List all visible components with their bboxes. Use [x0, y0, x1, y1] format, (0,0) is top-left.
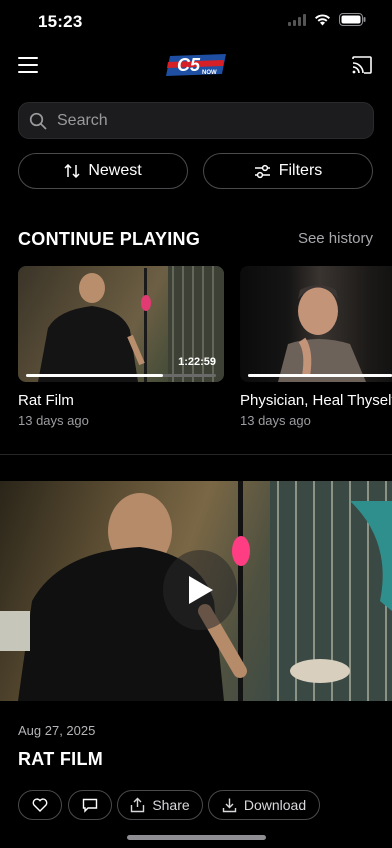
sort-button[interactable]: Newest	[18, 153, 188, 189]
watch-progress-bar	[26, 374, 216, 377]
search-bar[interactable]	[18, 102, 374, 139]
menu-icon[interactable]	[18, 57, 38, 73]
sort-icon	[64, 164, 80, 178]
see-history-link[interactable]: See history	[298, 230, 373, 247]
search-icon	[29, 112, 47, 129]
continue-card-title[interactable]: Physician, Heal Thyself	[240, 392, 392, 409]
download-label: Download	[243, 797, 307, 813]
heart-icon	[32, 798, 48, 812]
home-indicator[interactable]	[127, 835, 266, 840]
logo-text: C5	[177, 55, 201, 75]
play-icon	[189, 576, 213, 604]
status-icons	[288, 13, 366, 26]
duration-badge: 1:22:59	[178, 356, 216, 368]
watch-progress-fill	[248, 374, 392, 377]
share-button[interactable]: Share	[117, 790, 203, 820]
continue-card-subtitle: 13 days ago	[18, 413, 89, 428]
section-title-continue-playing: CONTINUE PLAYING	[18, 229, 201, 249]
download-icon	[222, 798, 237, 813]
play-button[interactable]	[163, 550, 237, 630]
search-input[interactable]	[55, 110, 339, 131]
featured-title[interactable]: RAT FILM	[18, 749, 103, 770]
featured-date: Aug 27, 2025	[18, 723, 96, 738]
filters-button[interactable]: Filters	[203, 153, 373, 189]
filters-label: Filters	[278, 162, 323, 179]
comment-button[interactable]	[68, 790, 112, 820]
wifi-icon	[315, 13, 330, 25]
download-button[interactable]: Download	[208, 790, 320, 820]
like-button[interactable]	[18, 790, 62, 820]
continue-card-thumbnail[interactable]: 1:22:59	[18, 266, 224, 382]
section-divider	[0, 454, 392, 455]
status-time: 15:23	[38, 12, 83, 31]
share-label: Share	[152, 797, 190, 813]
battery-icon	[339, 13, 366, 26]
c5-now-logo[interactable]: C5 NOW	[166, 52, 226, 78]
cast-icon[interactable]	[352, 56, 372, 74]
thumbnail-scene-physician	[278, 285, 366, 382]
watch-progress-bar	[248, 374, 392, 377]
share-icon	[131, 797, 145, 813]
continue-card-thumbnail[interactable]	[240, 266, 392, 382]
comment-icon	[82, 798, 98, 813]
continue-card-title[interactable]: Rat Film	[18, 392, 74, 409]
logo-subtext: NOW	[202, 70, 217, 76]
sort-label: Newest	[88, 162, 142, 179]
watch-progress-fill	[26, 374, 163, 377]
continue-card-subtitle: 13 days ago	[240, 413, 311, 428]
signal-icon	[288, 13, 306, 26]
filter-icon	[254, 164, 270, 178]
